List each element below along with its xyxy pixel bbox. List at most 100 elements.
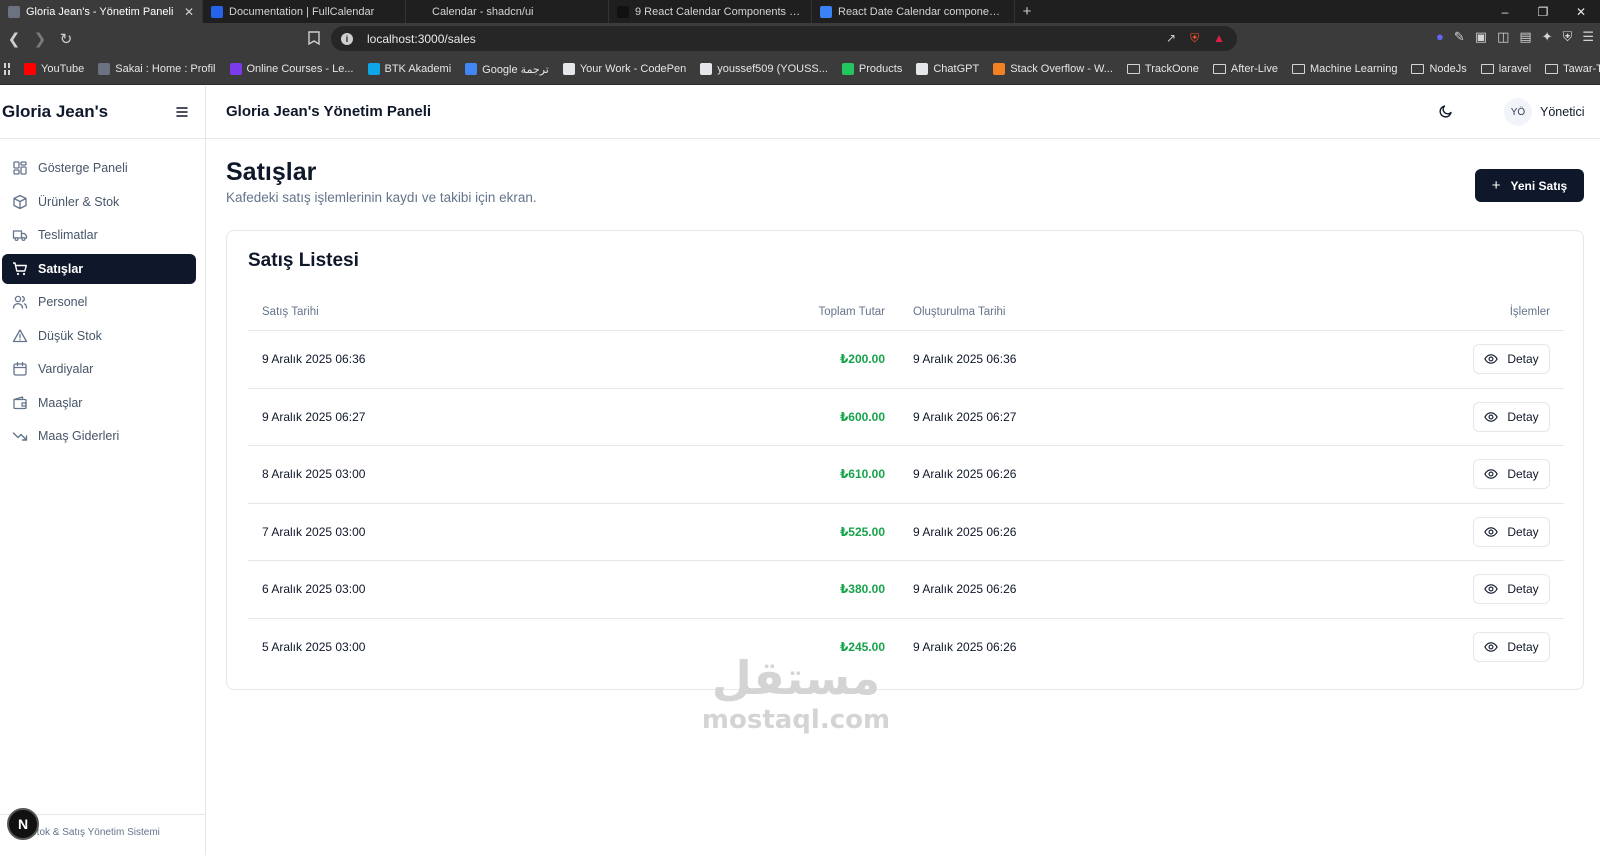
bookmark-item[interactable]: Sakai : Home : Profil [98,63,216,75]
theme-toggle-moon-icon[interactable] [1438,103,1456,121]
sidebar-item[interactable]: Maaşlar [2,388,196,418]
tab-close-icon[interactable]: ✕ [184,5,194,19]
extension-badge-icon[interactable]: ● [1436,29,1444,45]
bookmark-item[interactable]: youssef509 (YOUSS... [700,63,828,75]
bookmark-label: TrackOone [1144,63,1199,75]
leo-ai-icon[interactable]: ✦ [1542,29,1553,45]
sidebar-item[interactable]: Teslimatlar [2,220,196,250]
watermark-latin: mostaql.com [701,705,891,735]
url-text: localhost:3000/sales [367,31,476,46]
sidebar-item[interactable]: Maaş Giderleri [2,421,196,451]
minimize-icon[interactable]: – [1486,0,1524,23]
sidebar-item-label: Ürünler & Stok [38,194,120,209]
watermark: مستقل mostaql.com [696,650,896,734]
apps-grid-icon[interactable] [4,63,10,75]
vpn-shield-icon[interactable]: ⛨ [1563,29,1573,45]
detail-button[interactable]: Detay [1473,632,1550,663]
puzzle-icon[interactable]: ✎ [1454,29,1465,45]
new-sale-label: Yeni Satış [1510,178,1568,193]
sidebar-item-label: Maaş Giderleri [38,429,120,443]
url-field[interactable]: i localhost:3000/sales ↗ ⛨ ▲ [331,26,1237,51]
sidebar-item[interactable]: Düşük Stok [2,321,196,351]
dashboard-grid-icon [12,160,28,176]
wallet-browser-icon[interactable]: ▤ [1519,29,1531,45]
bookmark-item[interactable]: Your Work - CodePen [562,63,687,75]
detail-button[interactable]: Detay [1473,516,1550,547]
sidebar-item[interactable]: Ürünler & Stok [2,187,196,217]
sidebar-item[interactable]: Personel [2,287,196,317]
total-amount-cell: ₺610.00 [839,467,885,482]
total-amount-cell: ₺200.00 [839,352,885,367]
eye-icon [1484,582,1499,596]
bookmark-label: NodeJs [1429,63,1467,75]
site-info-icon[interactable]: i [341,32,353,45]
col-sale-date: Satış Tarihi [262,305,319,318]
tab-title: 9 React Calendar Components for Yo [635,5,803,18]
share-icon[interactable]: ↗ [1166,31,1176,46]
sidebar-item[interactable]: Satışlar [2,253,196,284]
new-sale-button[interactable]: + Yeni Satış [1475,169,1584,202]
bookmark-item[interactable]: Google ترجمة [465,63,549,76]
sidebar-item[interactable]: Gösterge Paneli [2,153,196,183]
user-name[interactable]: Yönetici [1540,105,1584,119]
bookmark-folder[interactable]: After-Live [1212,63,1278,75]
forward-icon[interactable]: ❯ [28,27,52,51]
tab-title: React Date Calendar component - M [838,5,1006,18]
detail-button[interactable]: Detay [1473,459,1550,490]
browser-tab[interactable]: Gloria Jean's - Yönetim Paneli ✕ [0,0,203,23]
bookmark-folder[interactable]: TrackOone [1126,63,1199,75]
bookmark-item[interactable]: ChatGPT [916,63,979,75]
brave-rewards-icon[interactable]: ▲ [1213,31,1225,46]
close-window-icon[interactable]: ✕ [1562,0,1600,23]
tab-favicon-icon [8,5,20,18]
bookmark-page-icon[interactable] [303,26,325,50]
created-date-cell: 9 Aralık 2025 06:26 [913,467,1017,482]
menu-toggle-icon[interactable] [174,104,190,120]
folder-icon [1545,64,1559,74]
new-tab-button[interactable]: + [1015,0,1039,23]
tab-title: Calendar - shadcn/ui [432,5,534,18]
brave-shield-icon[interactable]: ⛨ [1190,31,1199,46]
reload-icon[interactable]: ↻ [54,27,78,51]
bookmark-item[interactable]: Products [841,63,902,75]
detail-button[interactable]: Detay [1473,344,1550,375]
bookmark-folder[interactable]: Tawar-Tec [1545,63,1600,75]
bookmark-favicon-icon [367,63,380,75]
bookmark-item[interactable]: Online Courses - Le... [229,63,354,75]
eye-icon [1484,352,1499,366]
browser-tab[interactable]: React Date Calendar component - M [812,0,1015,23]
bookmark-label: Your Work - CodePen [579,63,687,75]
bookmark-folder[interactable]: Machine Learning [1291,63,1398,75]
bookmark-label: After-Live [1230,63,1278,75]
detail-button[interactable]: Detay [1473,401,1550,432]
bookmark-folder[interactable]: laravel [1480,63,1531,75]
folder-icon [1212,64,1226,74]
nextjs-dev-badge[interactable]: N [7,808,39,840]
browser-tab[interactable]: Calendar - shadcn/ui [406,0,609,23]
bookmark-item[interactable]: Stack Overflow - W... [993,63,1113,75]
sidebar-item[interactable]: Vardiyalar [2,354,196,384]
browser-tab[interactable]: 9 React Calendar Components for Yo [609,0,812,23]
browser-menu-icon[interactable]: ☰ [1582,29,1594,45]
sidebar-item-label: Maaşlar [38,395,83,410]
detail-label: Detay [1507,352,1539,367]
detail-button[interactable]: Detay [1473,574,1550,605]
browser-tab[interactable]: Documentation | FullCalendar [203,0,406,23]
bookmark-item[interactable]: YouTube [24,63,84,75]
bookmark-label: YouTube [41,63,85,75]
sidebar-toggle-icon[interactable]: ◫ [1497,29,1509,45]
folder-icon [1126,64,1140,74]
screenshot-icon[interactable]: ▣ [1475,29,1487,45]
tab-title: Gloria Jean's - Yönetim Paneli [26,5,174,18]
sidebar-footer-text: Stok & Satış Yönetim Sistemi [30,827,160,838]
bookmark-label: Online Courses - Le... [246,63,354,75]
detail-label: Detay [1507,640,1539,655]
restore-icon[interactable]: ❐ [1524,0,1562,23]
avatar[interactable]: YÖ [1504,98,1532,126]
bookmark-label: Machine Learning [1309,63,1398,75]
sidebar-nav: Gösterge Paneli Ürünler & Stok Teslimatlar… [2,153,196,455]
back-icon[interactable]: ❮ [2,27,26,51]
folder-icon [1291,64,1305,74]
bookmark-folder[interactable]: NodeJs [1411,63,1467,75]
bookmark-item[interactable]: BTK Akademi [367,63,451,75]
